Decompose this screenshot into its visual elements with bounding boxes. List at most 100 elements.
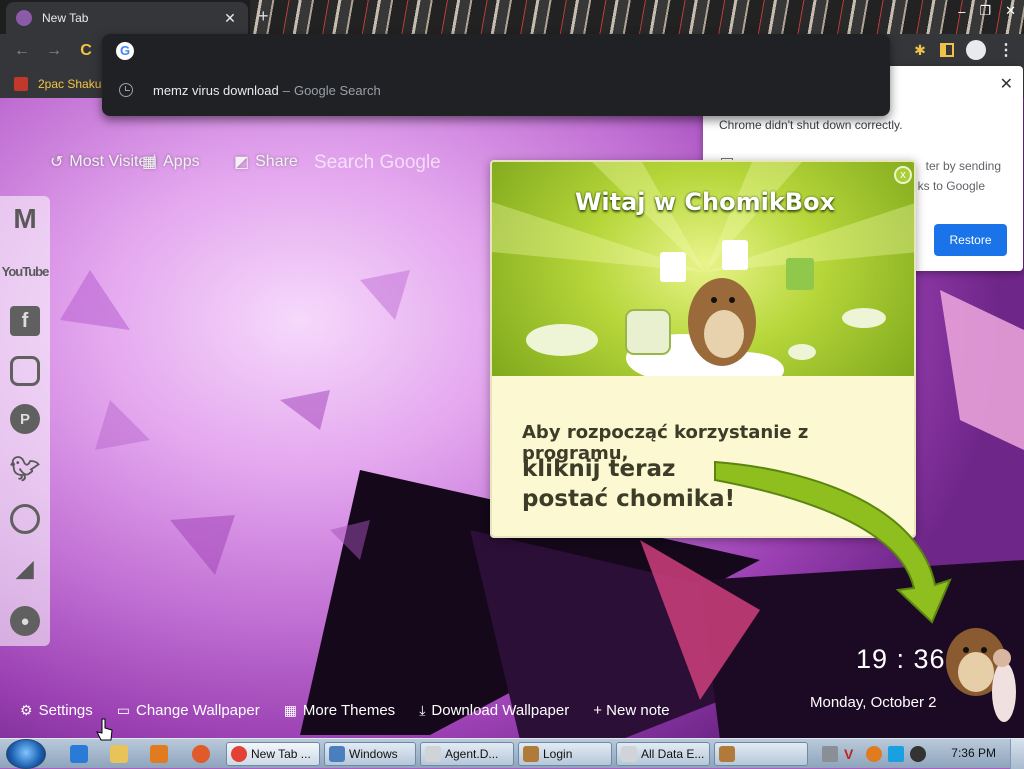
tab-title: New Tab — [42, 11, 89, 25]
ntp-clock: 19 : 36 — [856, 644, 946, 674]
youtube-icon[interactable]: YouTube — [2, 256, 50, 286]
bookmark-favicon-icon — [14, 77, 28, 91]
hamster-app-icon — [719, 746, 735, 762]
internet-explorer-icon[interactable] — [70, 745, 88, 763]
chrome-icon — [231, 746, 247, 762]
windows-app-icon — [329, 746, 345, 762]
green-arrow-icon — [714, 460, 952, 624]
taskbar-button-login[interactable]: Login — [518, 742, 612, 766]
taskbar-button-all-data[interactable]: All Data E... — [616, 742, 710, 766]
more-themes-link[interactable]: ▦ More Themes — [284, 702, 396, 719]
toolbar-right-icons: ✱ ⋮ — [912, 40, 1014, 60]
windows-taskbar: New Tab ... Windows Agent.D... Login All… — [0, 738, 1024, 769]
suggestion-type: Google Search — [293, 82, 381, 98]
google-logo-icon: G — [116, 42, 134, 60]
side-panel-icon[interactable] — [940, 43, 954, 57]
antivirus-v-icon[interactable]: V — [844, 746, 860, 762]
chomikbox-line-2: kliknij teraz — [522, 456, 676, 482]
taskbar-button-hamster[interactable] — [714, 742, 808, 766]
start-button[interactable] — [6, 739, 46, 769]
extensions-puzzle-icon[interactable]: ✱ — [912, 42, 928, 58]
download-wallpaper-label: Download Wallpaper — [431, 702, 570, 719]
share-icon: ◩ — [234, 154, 250, 171]
titlebar-theme-art — [250, 0, 1024, 34]
chomikbox-close-icon[interactable]: x — [894, 166, 912, 184]
history-clock-icon — [119, 83, 133, 97]
tab-close-icon[interactable]: ✕ — [222, 10, 238, 27]
new-note-link[interactable]: + New note — [593, 702, 669, 719]
twitter-icon[interactable]: 🐦︎ — [8, 454, 42, 484]
taskbar-label: Windows — [349, 747, 398, 761]
apps-grid-icon: ▦ — [142, 154, 158, 171]
download-wallpaper-link[interactable]: ⤓ Download Wallpaper — [419, 702, 569, 719]
show-desktop-button[interactable] — [1010, 739, 1024, 769]
most-visited-link[interactable]: ↺ Most Visited — [50, 152, 156, 172]
media-player-icon[interactable] — [150, 745, 168, 763]
apps-link[interactable]: ▦ Apps — [142, 152, 200, 172]
chomikbox-title: Witaj w ChomikBox — [574, 188, 836, 216]
settings-label: Settings — [38, 702, 93, 719]
profile-avatar-icon[interactable] — [966, 40, 986, 60]
social-sidebar: M YouTube f P 🐦︎ ◢ ● — [0, 196, 50, 646]
restore-message: Chrome didn't shut down correctly. — [719, 118, 903, 132]
firefox-icon[interactable] — [192, 745, 210, 763]
forward-button[interactable]: → — [44, 42, 64, 60]
taskbar-button-new-tab[interactable]: New Tab ... — [226, 742, 320, 766]
ntp-date: Monday, October 2 — [810, 694, 937, 711]
bookmark-2pac[interactable]: 2pac Shakur — [38, 77, 105, 91]
new-tab-button[interactable]: + — [258, 6, 269, 27]
windows-grid-icon: ▦ — [283, 702, 297, 718]
reddit-icon[interactable]: ● — [10, 606, 40, 636]
settings-link[interactable]: ⚙ Settings — [20, 702, 93, 719]
gear-icon: ⚙ — [20, 702, 33, 718]
hamster-app-icon — [523, 746, 539, 762]
file-explorer-icon[interactable] — [110, 745, 128, 763]
reload-button[interactable]: C — [76, 42, 96, 60]
back-button[interactable]: ← — [12, 42, 32, 60]
taskbar-button-agent[interactable]: Agent.D... — [420, 742, 514, 766]
restore-button[interactable]: Restore — [934, 224, 1007, 256]
taskbar-button-windows[interactable]: Windows — [324, 742, 416, 766]
title-bar: New Tab ✕ + – ❐ ✕ — [0, 0, 1024, 34]
close-window-button[interactable]: ✕ — [1005, 3, 1016, 19]
facebook-icon[interactable]: f — [10, 306, 40, 336]
minimize-button[interactable]: – — [958, 4, 965, 19]
window-controls: – ❐ ✕ — [958, 0, 1016, 22]
tab-new-tab[interactable]: New Tab ✕ — [6, 2, 248, 34]
tab-favicon-icon — [16, 10, 32, 26]
suggestion-separator: – — [282, 82, 290, 98]
instagram-icon[interactable] — [10, 356, 40, 386]
taskbar-label: New Tab ... — [251, 747, 311, 761]
window-app-icon — [621, 746, 637, 762]
whatsapp-icon[interactable] — [10, 504, 40, 534]
window-app-icon — [425, 746, 441, 762]
share-link[interactable]: ◩ Share — [234, 152, 298, 172]
change-wallpaper-link[interactable]: ▭ Change Wallpaper — [117, 702, 260, 719]
taskbar-clock[interactable]: 7:36 PM — [951, 746, 996, 760]
download-icon: ⤓ — [419, 702, 426, 718]
pinterest-icon[interactable]: P — [10, 404, 40, 434]
volume-icon[interactable] — [910, 746, 926, 762]
restore-close-icon[interactable]: ✕ — [1000, 74, 1013, 94]
suggestion-query: memz virus download — [153, 82, 279, 98]
share-label: Share — [255, 153, 298, 170]
apps-label: Apps — [163, 153, 200, 170]
more-themes-label: More Themes — [302, 702, 396, 719]
search-tray-icon[interactable] — [866, 746, 882, 762]
omnibox-suggestion[interactable]: memz virus download – Google Search — [102, 74, 890, 106]
chrome-menu-icon[interactable]: ⋮ — [998, 40, 1014, 60]
search-google-input[interactable]: Search Google — [314, 152, 441, 174]
taskbar-label: Agent.D... — [445, 747, 499, 761]
network-icon[interactable] — [888, 746, 904, 762]
ntp-bottom-links: ⚙ Settings ▭ Change Wallpaper ▦ More The… — [20, 702, 670, 719]
chomikbox-banner: Witaj w ChomikBox x — [492, 162, 914, 376]
telegram-icon[interactable]: ◢ — [8, 554, 42, 584]
taskbar-label: Login — [543, 747, 573, 761]
tray-app-icon[interactable] — [822, 746, 838, 762]
gmail-icon[interactable]: M — [8, 203, 42, 234]
omnibox-dropdown[interactable]: G memz virus download – Google Search — [102, 34, 890, 116]
image-icon: ▭ — [116, 702, 130, 718]
history-icon: ↺ — [50, 154, 64, 171]
change-wallpaper-label: Change Wallpaper — [136, 702, 260, 719]
maximize-button[interactable]: ❐ — [979, 3, 991, 19]
